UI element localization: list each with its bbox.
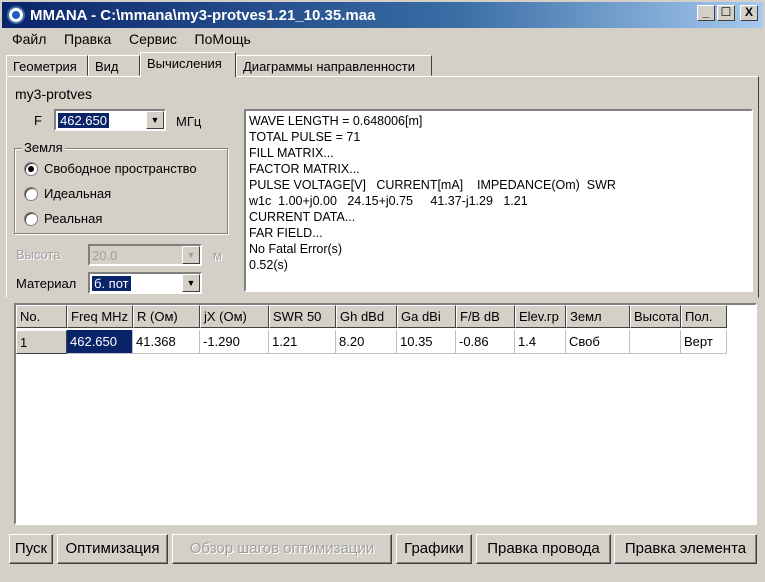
col-header-ga[interactable]: Ga dBi bbox=[397, 305, 456, 328]
output-line: 0.52(s) bbox=[249, 258, 288, 272]
col-header-gh[interactable]: Gh dBd bbox=[336, 305, 397, 328]
menu-bar: Файл Правка Сервис ПоМощь bbox=[12, 31, 265, 49]
height-label: Высота bbox=[16, 247, 61, 262]
title-bar: MMANA - C:\mmana\my3-protves1.21_10.35.m… bbox=[2, 2, 763, 28]
table-cell-ground[interactable]: Своб bbox=[566, 330, 630, 354]
tab-geometry[interactable]: Геометрия bbox=[6, 55, 88, 76]
col-header-elev[interactable]: Elev.гр bbox=[515, 305, 566, 328]
menu-help[interactable]: ПоМощь bbox=[195, 31, 251, 47]
table-cell-ga[interactable]: 10.35 bbox=[397, 330, 456, 354]
col-header-fb[interactable]: F/B dB bbox=[456, 305, 515, 328]
freq-combo[interactable]: 462.650 ▼ bbox=[54, 109, 166, 131]
material-combo[interactable]: б. пот ▼ bbox=[88, 272, 202, 294]
freq-unit: МГц bbox=[176, 114, 202, 129]
table-cell-elev[interactable]: 1.4 bbox=[515, 330, 566, 354]
menu-edit[interactable]: Правка bbox=[64, 31, 111, 47]
maximize-button[interactable]: ☐ bbox=[717, 5, 735, 21]
window-title: MMANA - C:\mmana\my3-protves1.21_10.35.m… bbox=[30, 7, 376, 24]
output-line: w1c 1.00+j0.00 24.15+j0.75 41.37-j1.29 1… bbox=[249, 194, 528, 208]
output-line: FILL MATRIX... bbox=[249, 146, 334, 160]
minimize-button[interactable]: _ bbox=[697, 5, 715, 21]
material-label: Материал bbox=[16, 276, 77, 291]
col-header-no[interactable]: No. bbox=[16, 305, 67, 328]
table-cell-gh[interactable]: 8.20 bbox=[336, 330, 397, 354]
radio-ideal[interactable] bbox=[24, 187, 38, 201]
table-cell-pol[interactable]: Верт bbox=[681, 330, 727, 354]
radio-real-label[interactable]: Реальная bbox=[44, 211, 102, 226]
output-line: FACTOR MATRIX... bbox=[249, 162, 360, 176]
tab-patterns[interactable]: Диаграммы направленности bbox=[236, 55, 432, 76]
table-cell-fb[interactable]: -0.86 bbox=[456, 330, 515, 354]
menu-file[interactable]: Файл bbox=[12, 31, 46, 47]
height-value: 20.0 bbox=[92, 248, 118, 263]
chevron-down-icon: ▼ bbox=[182, 246, 200, 264]
table-cell-jx[interactable]: -1.290 bbox=[200, 330, 269, 354]
start-button[interactable]: Пуск bbox=[9, 534, 53, 564]
radio-free-space[interactable] bbox=[24, 162, 38, 176]
col-header-pol[interactable]: Пол. bbox=[681, 305, 727, 328]
output-line: FAR FIELD... bbox=[249, 226, 323, 240]
close-button[interactable]: X bbox=[740, 5, 758, 21]
output-line: TOTAL PULSE = 71 bbox=[249, 130, 361, 144]
table-cell-no[interactable]: 1 bbox=[16, 330, 67, 354]
table-cell-r[interactable]: 41.368 bbox=[133, 330, 200, 354]
col-header-r[interactable]: R (Ом) bbox=[133, 305, 200, 328]
optimize-button[interactable]: Оптимизация bbox=[57, 534, 168, 564]
output-line: CURRENT DATA... bbox=[249, 210, 356, 224]
charts-button[interactable]: Графики bbox=[396, 534, 472, 564]
col-header-swr[interactable]: SWR 50 bbox=[269, 305, 336, 328]
table-cell-freq[interactable]: 462.650 bbox=[67, 330, 133, 354]
material-value: б. пот bbox=[92, 276, 131, 291]
col-header-jx[interactable]: jX (Ом) bbox=[200, 305, 269, 328]
freq-label: F bbox=[34, 113, 42, 128]
ground-group-title: Земля bbox=[22, 140, 65, 155]
col-header-freq[interactable]: Freq MHz bbox=[67, 305, 133, 328]
col-header-ground[interactable]: Земл bbox=[566, 305, 630, 328]
height-unit: м bbox=[213, 248, 222, 263]
results-grid[interactable]: No. Freq MHz R (Ом) jX (Ом) SWR 50 Gh dB… bbox=[14, 303, 757, 525]
table-cell-height[interactable] bbox=[630, 330, 681, 354]
radio-ideal-label[interactable]: Идеальная bbox=[44, 186, 111, 201]
table-cell-swr[interactable]: 1.21 bbox=[269, 330, 336, 354]
output-line: No Fatal Error(s) bbox=[249, 242, 343, 256]
optimization-steps-button: Обзор шагов оптимизации bbox=[172, 534, 392, 564]
freq-value: 462.650 bbox=[58, 113, 109, 128]
app-logo-icon bbox=[7, 6, 25, 24]
radio-free-space-label[interactable]: Свободное пространство bbox=[44, 161, 197, 176]
chevron-down-icon[interactable]: ▼ bbox=[146, 111, 164, 129]
edit-element-button[interactable]: Правка элемента bbox=[614, 534, 757, 564]
calc-output-log[interactable]: WAVE LENGTH = 0.648006[m] TOTAL PULSE = … bbox=[244, 109, 753, 292]
height-combo: 20.0 ▼ bbox=[88, 244, 202, 266]
tab-view[interactable]: Вид bbox=[88, 55, 140, 76]
radio-real[interactable] bbox=[24, 212, 38, 226]
menu-service[interactable]: Сервис bbox=[129, 31, 177, 47]
edit-wire-button[interactable]: Правка провода bbox=[476, 534, 611, 564]
project-name: my3-protves bbox=[15, 86, 93, 102]
chevron-down-icon[interactable]: ▼ bbox=[182, 274, 200, 292]
tab-calculations[interactable]: Вычисления bbox=[140, 52, 236, 77]
output-line: PULSE VOLTAGE[V] CURRENT[mA] IMPEDANCE(O… bbox=[249, 178, 616, 192]
col-header-height[interactable]: Высота bbox=[630, 305, 681, 328]
output-line: WAVE LENGTH = 0.648006[m] bbox=[249, 114, 423, 128]
